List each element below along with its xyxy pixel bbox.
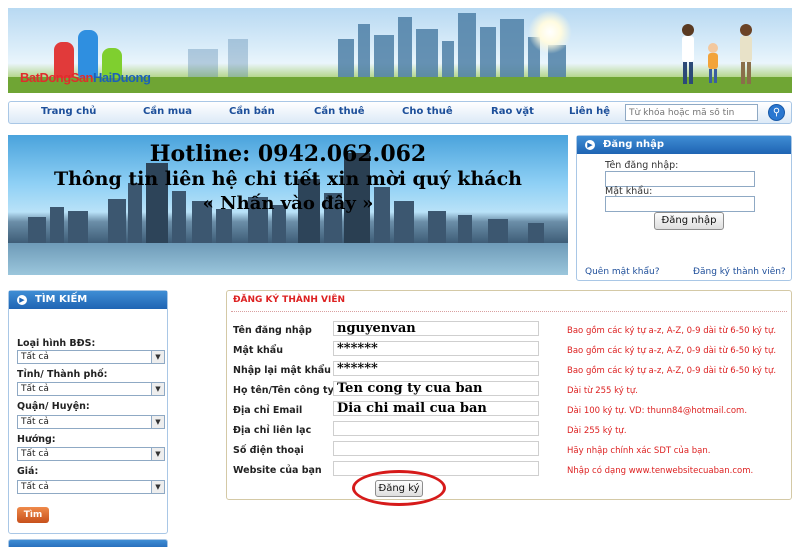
property-type-select[interactable]: Tất cả ▼ [17, 350, 165, 364]
district-value: Tất cả [21, 417, 49, 427]
phone-input[interactable] [333, 441, 539, 456]
property-type-label: Loại hình BĐS: [17, 338, 96, 349]
address-hint: Dài 255 ký tự. [567, 426, 627, 436]
register-link[interactable]: Đăng ký thành viên? [693, 267, 786, 277]
logo-part1: BatDongSan [20, 70, 94, 85]
fullname-label: Họ tên/Tên công ty [233, 385, 334, 396]
district-select[interactable]: Tất cả ▼ [17, 415, 165, 429]
login-box: ▶ Đăng nhập Tên đăng nhập: Mật khẩu: Đăn… [576, 135, 792, 281]
chevron-down-icon: ▼ [151, 416, 164, 428]
next-box-header [8, 539, 168, 547]
username-label: Tên đăng nhập [233, 325, 312, 336]
price-select[interactable]: Tất cả ▼ [17, 480, 165, 494]
username-hint: Bao gồm các ký tự a-z, A-Z, 0-9 dài từ 6… [567, 326, 777, 336]
property-type-value: Tất cả [21, 352, 49, 362]
arrow-icon: ▶ [17, 295, 27, 305]
chevron-down-icon: ▼ [151, 351, 164, 363]
confirm-password-label: Nhập lại mật khẩu [233, 365, 331, 376]
search-box: ▶ TÌM KIẾM Loại hình BĐS: Tất cả ▼ Tỉnh/ … [8, 290, 168, 534]
nav-item-contact[interactable]: Liên hệ [569, 106, 610, 117]
register-title: ĐĂNG KÝ THÀNH VIÊN [233, 295, 346, 305]
confirm-password-input[interactable]: ****** [333, 361, 539, 376]
search-box-title-text: TÌM KIẾM [35, 294, 88, 305]
chevron-down-icon: ▼ [151, 383, 164, 395]
login-button[interactable]: Đăng nhập [654, 212, 724, 230]
price-value: Tất cả [21, 482, 49, 492]
register-panel: ĐĂNG KÝ THÀNH VIÊN Tên đăng nhập nguyenv… [226, 290, 792, 500]
search-box-title: ▶ TÌM KIẾM [9, 291, 167, 309]
search-input[interactable] [625, 104, 758, 121]
logo-part2: HaiDuong [93, 70, 151, 85]
nav-item-classifieds[interactable]: Rao vặt [491, 106, 534, 117]
forgot-password-link[interactable]: Quên mật khẩu? [585, 267, 659, 277]
sun-graphic [528, 10, 572, 54]
site-header: BatDongSanHaiDuong [8, 8, 792, 93]
main-nav: Trang chủ Cần mua Cần bán Cần thuê Cho t… [8, 101, 792, 124]
nav-item-rent[interactable]: Cần thuê [314, 106, 365, 117]
password-label: Mật khẩu [233, 345, 283, 356]
login-title: ▶ Đăng nhập [577, 136, 791, 154]
direction-value: Tất cả [21, 449, 49, 459]
login-username-input[interactable] [605, 171, 755, 187]
phone-label: Số điện thoại [233, 445, 304, 456]
chevron-down-icon: ▼ [151, 448, 164, 460]
password-hint: Bao gồm các ký tự a-z, A-Z, 0-9 dài từ 6… [567, 346, 777, 356]
province-select[interactable]: Tất cả ▼ [17, 382, 165, 396]
province-label: Tỉnh/ Thành phố: [17, 369, 108, 380]
address-label: Địa chỉ liên lạc [233, 425, 312, 436]
confirm-password-hint: Bao gồm các ký tự a-z, A-Z, 0-9 dài từ 6… [567, 366, 777, 376]
chevron-down-icon: ▼ [151, 481, 164, 493]
hotline-text: Hotline: 0942.062.062 [149, 141, 427, 167]
login-password-input[interactable] [605, 196, 755, 212]
phone-hint: Hãy nhập chính xác SDT của bạn. [567, 446, 711, 456]
fullname-input[interactable]: Ten cong ty cua ban [333, 381, 539, 396]
nav-item-home[interactable]: Trang chủ [41, 106, 96, 117]
highlight-circle [352, 470, 446, 506]
direction-label: Hướng: [17, 434, 56, 445]
family-illustration [682, 24, 752, 84]
login-title-text: Đăng nhập [603, 139, 665, 150]
password-input[interactable]: ****** [333, 341, 539, 356]
search-button[interactable]: Tìm [17, 507, 49, 523]
website-label: Website của bạn [233, 465, 322, 476]
address-input[interactable] [333, 421, 539, 436]
logo[interactable]: BatDongSanHaiDuong [20, 70, 151, 85]
banner-info-text: Thông tin liên hệ chi tiết xin mời quý k… [54, 168, 522, 190]
banner-click-text[interactable]: « Nhấn vào đây » [8, 193, 568, 214]
nav-item-sell[interactable]: Cần bán [229, 106, 275, 117]
fullname-hint: Dài từ 255 ký tự. [567, 386, 638, 396]
search-icon[interactable]: ⚲ [768, 104, 785, 121]
username-label: Tên đăng nhập: [605, 160, 679, 171]
price-label: Giá: [17, 466, 39, 477]
divider [231, 311, 787, 312]
email-hint: Dài 100 ký tự. VD: thunn84@hotmail.com. [567, 406, 748, 416]
website-hint: Nhập có dạng www.tenwebsitecuaban.com. [567, 466, 754, 476]
website-input[interactable] [333, 461, 539, 476]
email-input[interactable]: Dia chi mail cua ban [333, 401, 539, 416]
direction-select[interactable]: Tất cả ▼ [17, 447, 165, 461]
district-label: Quận/ Huyện: [17, 401, 90, 412]
nav-item-for-rent[interactable]: Cho thuê [402, 106, 453, 117]
province-value: Tất cả [21, 384, 49, 394]
username-input[interactable]: nguyenvan [333, 321, 539, 336]
nav-item-buy[interactable]: Cần mua [143, 106, 192, 117]
hotline-banner[interactable]: Hotline: 0942.062.062 Thông tin liên hệ … [8, 135, 568, 275]
arrow-icon: ▶ [585, 140, 595, 150]
email-label: Địa chỉ Email [233, 405, 303, 416]
